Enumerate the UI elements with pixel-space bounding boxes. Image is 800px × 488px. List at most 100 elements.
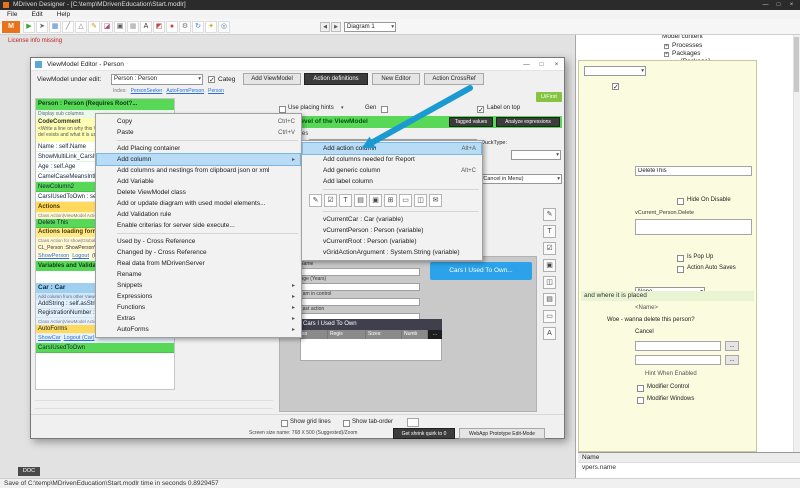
expander-icon[interactable]: + bbox=[664, 44, 669, 49]
zoom-icon[interactable]: ◎ bbox=[218, 21, 230, 33]
palette-button-icon[interactable]: ▭ bbox=[543, 310, 556, 323]
context-menu-item[interactable]: PasteCtrl+V bbox=[97, 127, 300, 138]
image-field[interactable] bbox=[635, 341, 721, 351]
menu-edit[interactable]: Edit bbox=[24, 10, 49, 19]
submenu-item[interactable]: Add label column bbox=[303, 176, 481, 187]
uifirst-button[interactable]: UiFirst bbox=[536, 92, 562, 102]
submenu-item[interactable]: Add generic columnAlt+C bbox=[303, 165, 481, 176]
context-menu-item[interactable]: Delete ViewModel class bbox=[97, 187, 300, 198]
pointer-icon[interactable]: ➤ bbox=[36, 21, 48, 33]
model-tree-item[interactable]: +Processes bbox=[664, 42, 710, 50]
logout-car-link[interactable]: Logout (Car) bbox=[64, 334, 95, 343]
show-grid-lines-checkbox[interactable] bbox=[281, 420, 288, 427]
context-menu-item[interactable]: Add or update diagram with used model el… bbox=[97, 198, 300, 209]
palette-icon[interactable]: ◩ bbox=[153, 21, 165, 33]
settings-icon[interactable]: ⚙ bbox=[179, 21, 191, 33]
dialog-close-button[interactable]: × bbox=[549, 58, 564, 71]
button-column-icon[interactable]: ▭ bbox=[399, 194, 412, 207]
add-class-icon[interactable]: ▦ bbox=[49, 21, 61, 33]
submenu-item[interactable]: vCurrentCar : Car (variable) bbox=[303, 214, 481, 225]
context-menu-item[interactable]: Add Variable bbox=[97, 176, 300, 187]
scrollbar-thumb[interactable] bbox=[794, 37, 799, 92]
analyze-expressions-button[interactable]: Analyze expressions bbox=[496, 117, 560, 127]
context-menu-item[interactable]: AutoForms▸ bbox=[97, 324, 300, 335]
close-button[interactable]: × bbox=[785, 0, 798, 10]
submenu-item[interactable]: vCurrentPerson : Person (variable) bbox=[303, 225, 481, 236]
context-menu-item[interactable]: Real data from MDrivenServer bbox=[97, 258, 300, 269]
person-seeker-link[interactable]: PersonSeeker bbox=[131, 88, 163, 94]
maximize-button[interactable]: □ bbox=[772, 0, 785, 10]
context-menu-item[interactable]: Changed by - Cross Reference bbox=[97, 247, 300, 258]
use-placing-hints-checkbox[interactable] bbox=[279, 106, 286, 113]
diagram-prev-button[interactable]: ◀ bbox=[320, 22, 330, 32]
show-tab-order-checkbox[interactable] bbox=[343, 420, 350, 427]
show-person-link[interactable]: ShowPerson bbox=[38, 252, 69, 261]
context-menu-item[interactable]: Add columns and nestings from clipboard … bbox=[97, 165, 300, 176]
star-icon[interactable]: ✦ bbox=[205, 21, 217, 33]
mdriven-logo[interactable]: M bbox=[2, 21, 20, 33]
logout-link[interactable]: Logout bbox=[72, 252, 89, 261]
link-column-icon[interactable]: ⊞ bbox=[384, 194, 397, 207]
dialog-maximize-button[interactable]: □ bbox=[534, 58, 549, 71]
edit-column-icon[interactable]: ✎ bbox=[309, 194, 322, 207]
submenu-item[interactable]: vGridActionArgument : System.String (var… bbox=[303, 247, 481, 258]
preview-field-input[interactable] bbox=[300, 268, 420, 276]
viewmodel-root-header[interactable]: Person : Person (Requires Root?... bbox=[36, 99, 174, 110]
diagram-selector[interactable]: Diagram 1 bbox=[344, 22, 396, 32]
context-menu-item[interactable]: Used by - Cross Reference bbox=[97, 236, 300, 247]
preview-field-input[interactable] bbox=[300, 283, 420, 291]
shrink-quirk-button[interactable]: Get shrink quirk to 0 bbox=[393, 428, 455, 439]
context-menu-item[interactable]: Add column▸ bbox=[97, 154, 300, 165]
palette-edit-icon[interactable]: ✎ bbox=[543, 208, 556, 221]
add-viewmodel-button[interactable]: Add ViewModel bbox=[243, 73, 301, 85]
record-icon[interactable]: ● bbox=[166, 21, 178, 33]
ducktype-combo[interactable] bbox=[511, 150, 561, 160]
comment-column-icon[interactable]: ✉ bbox=[429, 194, 442, 207]
tab-order-box[interactable] bbox=[407, 418, 419, 427]
person-link[interactable]: Person bbox=[208, 88, 224, 94]
context-menu-item[interactable]: Expressions▸ bbox=[97, 291, 300, 302]
cars-i-used-to-own-button[interactable]: Cars I Used To Own... bbox=[430, 262, 532, 280]
palette-grid-icon[interactable]: ◫ bbox=[543, 276, 556, 289]
cars-grid-body[interactable] bbox=[300, 339, 442, 361]
context-menu-item[interactable]: Add Placing container bbox=[97, 143, 300, 154]
context-menu-item[interactable]: Functions▸ bbox=[97, 302, 300, 313]
action-name-field[interactable] bbox=[635, 166, 752, 176]
property-name-value[interactable]: vpers.name bbox=[578, 463, 800, 473]
expander-icon[interactable]: + bbox=[664, 52, 669, 57]
combobox-column-icon[interactable]: ▤ bbox=[354, 194, 367, 207]
minimize-button[interactable]: — bbox=[759, 0, 772, 10]
text-icon[interactable]: A bbox=[140, 21, 152, 33]
modifier-control-checkbox[interactable] bbox=[637, 385, 644, 392]
hide-on-disable-checkbox[interactable] bbox=[677, 198, 684, 205]
submenu-item[interactable]: vCurrentRoot : Person (variable) bbox=[303, 236, 481, 247]
dialog-minimize-button[interactable]: — bbox=[519, 58, 534, 71]
modifier-windows-checkbox[interactable] bbox=[637, 397, 644, 404]
action-enabled-checkbox[interactable] bbox=[612, 83, 619, 90]
generalization-icon[interactable]: △ bbox=[75, 21, 87, 33]
context-menu-item[interactable]: Extras▸ bbox=[97, 313, 300, 324]
model-tree-item[interactable]: +Packages bbox=[664, 50, 710, 58]
context-menu-item[interactable]: CopyCtrl+C bbox=[97, 116, 300, 127]
palette-combo-icon[interactable]: ▤ bbox=[543, 293, 556, 306]
action-auto-saves-checkbox[interactable] bbox=[677, 266, 684, 273]
browse-button[interactable]: ... bbox=[725, 341, 739, 351]
show-car-link[interactable]: ShowCar bbox=[38, 334, 61, 343]
action-expression-editor[interactable] bbox=[635, 219, 752, 235]
grid-column-icon[interactable]: ◫ bbox=[414, 194, 427, 207]
refresh-icon[interactable]: ↻ bbox=[192, 21, 204, 33]
diagram-next-button[interactable]: ▶ bbox=[331, 22, 341, 32]
image-field-2[interactable] bbox=[635, 355, 721, 365]
categ-checkbox[interactable] bbox=[208, 76, 215, 83]
action-kind-combo[interactable] bbox=[584, 66, 646, 76]
association-icon[interactable]: ╱ bbox=[62, 21, 74, 33]
context-menu-item[interactable]: Snippets▸ bbox=[97, 280, 300, 291]
context-menu-item[interactable]: Rename bbox=[97, 269, 300, 280]
viewmodel-selector[interactable]: Person : Person bbox=[111, 74, 203, 85]
context-menu-item[interactable]: Add Validation rule bbox=[97, 209, 300, 220]
menu-help[interactable]: Help bbox=[50, 10, 77, 19]
eraser-icon[interactable]: ◪ bbox=[101, 21, 113, 33]
menu-file[interactable]: File bbox=[0, 10, 24, 19]
cars-i-used-to-own-row[interactable]: CarsIUsedToOwn bbox=[36, 343, 174, 353]
palette-checkbox-icon[interactable]: ☑ bbox=[543, 242, 556, 255]
